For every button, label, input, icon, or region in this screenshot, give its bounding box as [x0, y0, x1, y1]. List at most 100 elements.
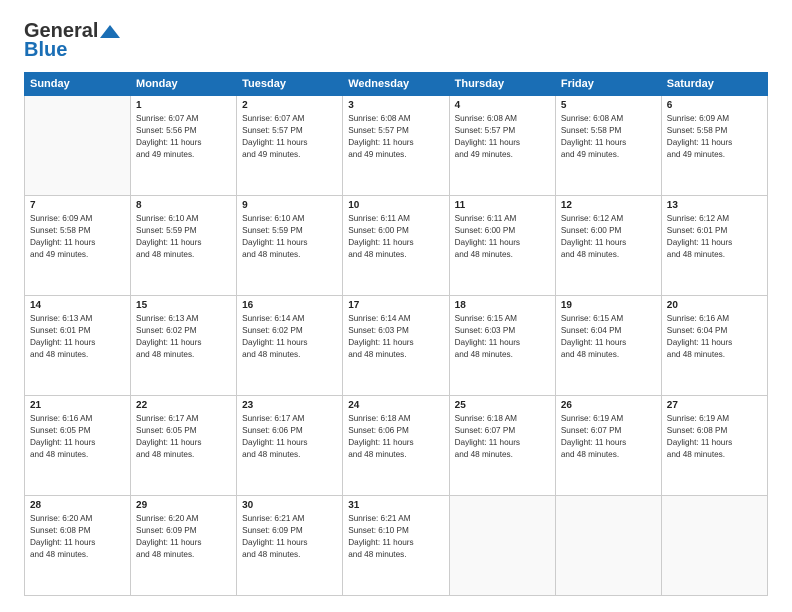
calendar-header-cell: Friday [555, 73, 661, 96]
calendar-cell: 15 Sunrise: 6:13 AM Sunset: 6:02 PM Dayli… [131, 296, 237, 396]
day-number: 16 [242, 300, 337, 311]
calendar-cell: 16 Sunrise: 6:14 AM Sunset: 6:02 PM Dayli… [237, 296, 343, 396]
day-number: 8 [136, 200, 231, 211]
day-number: 7 [30, 200, 125, 211]
calendar-cell: 2 Sunrise: 6:07 AM Sunset: 5:57 PM Daylig… [237, 96, 343, 196]
calendar-cell: 17 Sunrise: 6:14 AM Sunset: 6:03 PM Dayli… [343, 296, 449, 396]
day-number: 6 [667, 100, 762, 111]
day-number: 14 [30, 300, 125, 311]
day-number: 31 [348, 500, 443, 511]
day-number: 2 [242, 100, 337, 111]
logo-blue-text: Blue [24, 39, 67, 62]
day-number: 30 [242, 500, 337, 511]
logo: General Blue [24, 20, 120, 62]
calendar-week-row: 28 Sunrise: 6:20 AM Sunset: 6:08 PM Dayli… [25, 496, 768, 596]
calendar-week-row: 14 Sunrise: 6:13 AM Sunset: 6:01 PM Dayli… [25, 296, 768, 396]
calendar-cell: 18Sunrise: 6:15 AM Sunset: 6:03 PM Dayli… [449, 296, 555, 396]
calendar-body: 1Sunrise: 6:07 AM Sunset: 5:56 PM Daylig… [25, 96, 768, 596]
calendar-header-cell: Sunday [25, 73, 131, 96]
day-info: Sunrise: 6:11 AM Sunset: 6:00 PM Dayligh… [455, 213, 550, 261]
day-info: Sunrise: 6:19 AM Sunset: 6:08 PM Dayligh… [667, 413, 762, 461]
day-number: 15 [136, 300, 231, 311]
calendar-cell [449, 496, 555, 596]
calendar-header-row: SundayMondayTuesdayWednesdayThursdayFrid… [25, 73, 768, 96]
day-number: 27 [667, 400, 762, 411]
day-info: Sunrise: 6:21 AM Sunset: 6:10 PM Dayligh… [348, 513, 443, 561]
calendar-cell: 26 Sunrise: 6:19 AM Sunset: 6:07 PM Dayli… [555, 396, 661, 496]
day-number: 23 [242, 400, 337, 411]
logo-icon [100, 25, 120, 38]
day-info: Sunrise: 6:12 AM Sunset: 6:00 PM Dayligh… [561, 213, 656, 261]
calendar-cell: 23 Sunrise: 6:17 AM Sunset: 6:06 PM Dayli… [237, 396, 343, 496]
calendar-cell: 8 Sunrise: 6:10 AM Sunset: 5:59 PM Daylig… [131, 196, 237, 296]
day-number: 29 [136, 500, 231, 511]
calendar-cell: 27 Sunrise: 6:19 AM Sunset: 6:08 PM Dayli… [661, 396, 767, 496]
day-info: Sunrise: 6:14 AM Sunset: 6:03 PM Dayligh… [348, 313, 443, 361]
day-info: Sunrise: 6:07 AM Sunset: 5:56 PM Dayligh… [136, 113, 231, 161]
calendar-cell: 4 Sunrise: 6:08 AM Sunset: 5:57 PM Daylig… [449, 96, 555, 196]
day-info: Sunrise: 6:10 AM Sunset: 5:59 PM Dayligh… [136, 213, 231, 261]
calendar-cell: 10 Sunrise: 6:11 AM Sunset: 6:00 PM Dayli… [343, 196, 449, 296]
day-info: Sunrise: 6:17 AM Sunset: 6:06 PM Dayligh… [242, 413, 337, 461]
day-number: 20 [667, 300, 762, 311]
day-info: Sunrise: 6:14 AM Sunset: 6:02 PM Dayligh… [242, 313, 337, 361]
calendar-header-cell: Monday [131, 73, 237, 96]
day-number: 4 [455, 100, 550, 111]
day-number: 26 [561, 400, 656, 411]
day-info: Sunrise: 6:16 AM Sunset: 6:04 PM Dayligh… [667, 313, 762, 361]
day-info: Sunrise: 6:08 AM Sunset: 5:57 PM Dayligh… [455, 113, 550, 161]
day-number: 3 [348, 100, 443, 111]
calendar-cell [555, 496, 661, 596]
calendar-header-cell: Wednesday [343, 73, 449, 96]
day-number: 25 [455, 400, 550, 411]
calendar-cell: 19 Sunrise: 6:15 AM Sunset: 6:04 PM Dayli… [555, 296, 661, 396]
calendar-cell: 7Sunrise: 6:09 AM Sunset: 5:58 PM Daylig… [25, 196, 131, 296]
calendar-week-row: 7Sunrise: 6:09 AM Sunset: 5:58 PM Daylig… [25, 196, 768, 296]
day-info: Sunrise: 6:17 AM Sunset: 6:05 PM Dayligh… [136, 413, 231, 461]
day-info: Sunrise: 6:18 AM Sunset: 6:07 PM Dayligh… [455, 413, 550, 461]
day-info: Sunrise: 6:12 AM Sunset: 6:01 PM Dayligh… [667, 213, 762, 261]
day-number: 22 [136, 400, 231, 411]
day-number: 19 [561, 300, 656, 311]
calendar-cell: 21Sunrise: 6:16 AM Sunset: 6:05 PM Dayli… [25, 396, 131, 496]
calendar-week-row: 21Sunrise: 6:16 AM Sunset: 6:05 PM Dayli… [25, 396, 768, 496]
calendar-cell: 22 Sunrise: 6:17 AM Sunset: 6:05 PM Dayli… [131, 396, 237, 496]
calendar-cell: 14 Sunrise: 6:13 AM Sunset: 6:01 PM Dayli… [25, 296, 131, 396]
day-number: 9 [242, 200, 337, 211]
day-number: 17 [348, 300, 443, 311]
day-info: Sunrise: 6:08 AM Sunset: 5:57 PM Dayligh… [348, 113, 443, 161]
calendar-cell: 1Sunrise: 6:07 AM Sunset: 5:56 PM Daylig… [131, 96, 237, 196]
day-info: Sunrise: 6:15 AM Sunset: 6:04 PM Dayligh… [561, 313, 656, 361]
calendar-cell: 31 Sunrise: 6:21 AM Sunset: 6:10 PM Dayli… [343, 496, 449, 596]
calendar-cell [25, 96, 131, 196]
calendar-cell: 28 Sunrise: 6:20 AM Sunset: 6:08 PM Dayli… [25, 496, 131, 596]
day-number: 10 [348, 200, 443, 211]
day-info: Sunrise: 6:19 AM Sunset: 6:07 PM Dayligh… [561, 413, 656, 461]
day-number: 28 [30, 500, 125, 511]
day-number: 11 [455, 200, 550, 211]
day-number: 13 [667, 200, 762, 211]
day-number: 24 [348, 400, 443, 411]
day-info: Sunrise: 6:07 AM Sunset: 5:57 PM Dayligh… [242, 113, 337, 161]
calendar-cell [661, 496, 767, 596]
day-info: Sunrise: 6:21 AM Sunset: 6:09 PM Dayligh… [242, 513, 337, 561]
calendar-cell: 11 Sunrise: 6:11 AM Sunset: 6:00 PM Dayli… [449, 196, 555, 296]
day-info: Sunrise: 6:13 AM Sunset: 6:01 PM Dayligh… [30, 313, 125, 361]
day-info: Sunrise: 6:11 AM Sunset: 6:00 PM Dayligh… [348, 213, 443, 261]
calendar-cell: 12 Sunrise: 6:12 AM Sunset: 6:00 PM Dayli… [555, 196, 661, 296]
page: General Blue SundayMondayTuesdayWednesda… [0, 0, 792, 612]
header: General Blue [24, 20, 768, 62]
day-info: Sunrise: 6:13 AM Sunset: 6:02 PM Dayligh… [136, 313, 231, 361]
day-number: 21 [30, 400, 125, 411]
calendar-cell: 13 Sunrise: 6:12 AM Sunset: 6:01 PM Dayli… [661, 196, 767, 296]
day-info: Sunrise: 6:18 AM Sunset: 6:06 PM Dayligh… [348, 413, 443, 461]
day-info: Sunrise: 6:15 AM Sunset: 6:03 PM Dayligh… [455, 313, 550, 361]
day-info: Sunrise: 6:09 AM Sunset: 5:58 PM Dayligh… [667, 113, 762, 161]
day-info: Sunrise: 6:20 AM Sunset: 6:08 PM Dayligh… [30, 513, 125, 561]
day-info: Sunrise: 6:10 AM Sunset: 5:59 PM Dayligh… [242, 213, 337, 261]
calendar-table: SundayMondayTuesdayWednesdayThursdayFrid… [24, 72, 768, 596]
day-number: 12 [561, 200, 656, 211]
calendar-cell: 5Sunrise: 6:08 AM Sunset: 5:58 PM Daylig… [555, 96, 661, 196]
day-info: Sunrise: 6:20 AM Sunset: 6:09 PM Dayligh… [136, 513, 231, 561]
calendar-header-cell: Saturday [661, 73, 767, 96]
